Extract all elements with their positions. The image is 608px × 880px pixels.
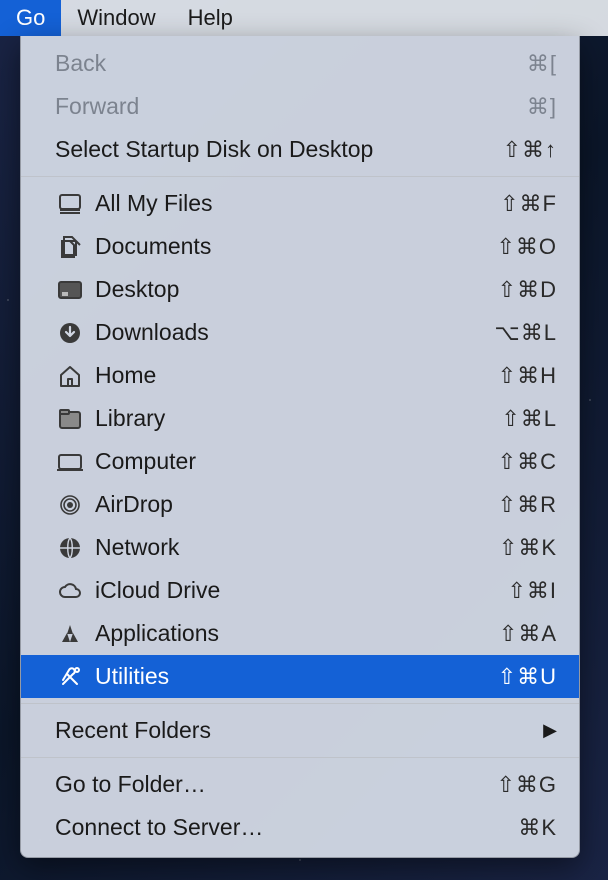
menu-label: Desktop bbox=[95, 276, 498, 303]
documents-icon bbox=[55, 235, 85, 259]
all-my-files-icon bbox=[55, 193, 85, 215]
menu-item-forward: Forward ⌘] bbox=[21, 85, 579, 128]
menu-item-connect-to-server[interactable]: Connect to Server… ⌘K bbox=[21, 806, 579, 849]
menu-shortcut: ⇧⌘D bbox=[498, 277, 557, 303]
menu-item-utilities[interactable]: Utilities ⇧⌘U bbox=[21, 655, 579, 698]
menu-shortcut: ⇧⌘↑ bbox=[503, 137, 557, 163]
menu-shortcut: ⇧⌘C bbox=[498, 449, 557, 475]
utilities-icon bbox=[55, 665, 85, 689]
network-icon bbox=[55, 536, 85, 560]
cloud-icon bbox=[55, 581, 85, 601]
menu-label: Applications bbox=[95, 620, 499, 647]
menu-item-recent-folders[interactable]: Recent Folders ▶ bbox=[21, 709, 579, 752]
menu-shortcut: ⌘[ bbox=[527, 51, 557, 77]
applications-icon bbox=[55, 622, 85, 646]
menu-item-library[interactable]: Library ⇧⌘L bbox=[21, 397, 579, 440]
menu-shortcut: ⇧⌘H bbox=[498, 363, 557, 389]
menu-item-select-startup-disk[interactable]: Select Startup Disk on Desktop ⇧⌘↑ bbox=[21, 128, 579, 171]
menu-label: Connect to Server… bbox=[55, 814, 518, 841]
menu-item-all-my-files[interactable]: All My Files ⇧⌘F bbox=[21, 182, 579, 225]
menubar: Go Window Help bbox=[0, 0, 608, 36]
menu-item-network[interactable]: Network ⇧⌘K bbox=[21, 526, 579, 569]
airdrop-icon bbox=[55, 493, 85, 517]
menu-item-desktop[interactable]: Desktop ⇧⌘D bbox=[21, 268, 579, 311]
menu-shortcut: ⇧⌘U bbox=[498, 664, 557, 690]
menu-item-home[interactable]: Home ⇧⌘H bbox=[21, 354, 579, 397]
go-menu-dropdown: Back ⌘[ Forward ⌘] Select Startup Disk o… bbox=[20, 36, 580, 858]
menu-shortcut: ⇧⌘K bbox=[499, 535, 557, 561]
home-icon bbox=[55, 364, 85, 388]
menu-label: Home bbox=[95, 362, 498, 389]
menu-label: Downloads bbox=[95, 319, 494, 346]
menu-shortcut: ⇧⌘A bbox=[499, 621, 557, 647]
menu-item-applications[interactable]: Applications ⇧⌘A bbox=[21, 612, 579, 655]
menu-shortcut: ⇧⌘L bbox=[501, 406, 557, 432]
menu-shortcut: ⌥⌘L bbox=[494, 320, 557, 346]
menu-separator bbox=[21, 176, 579, 177]
menu-label: AirDrop bbox=[95, 491, 498, 518]
menu-label: Network bbox=[95, 534, 499, 561]
menu-item-downloads[interactable]: Downloads ⌥⌘L bbox=[21, 311, 579, 354]
menu-separator bbox=[21, 703, 579, 704]
menu-label: Computer bbox=[95, 448, 498, 475]
downloads-icon bbox=[55, 321, 85, 345]
menu-label: iCloud Drive bbox=[95, 577, 507, 604]
menu-shortcut: ⇧⌘G bbox=[496, 772, 557, 798]
menu-item-documents[interactable]: Documents ⇧⌘O bbox=[21, 225, 579, 268]
menu-shortcut: ⇧⌘I bbox=[507, 578, 557, 604]
menu-label: Forward bbox=[55, 93, 527, 120]
menu-item-go-to-folder[interactable]: Go to Folder… ⇧⌘G bbox=[21, 763, 579, 806]
menu-label: Go to Folder… bbox=[55, 771, 496, 798]
menu-shortcut: ⇧⌘O bbox=[496, 234, 557, 260]
menu-item-back: Back ⌘[ bbox=[21, 42, 579, 85]
menu-item-computer[interactable]: Computer ⇧⌘C bbox=[21, 440, 579, 483]
menu-item-icloud-drive[interactable]: iCloud Drive ⇧⌘I bbox=[21, 569, 579, 612]
menu-label: Documents bbox=[95, 233, 496, 260]
desktop-icon bbox=[55, 280, 85, 300]
menu-help[interactable]: Help bbox=[172, 0, 249, 36]
menu-shortcut: ⇧⌘F bbox=[500, 191, 557, 217]
menu-label: All My Files bbox=[95, 190, 500, 217]
menu-label: Recent Folders bbox=[55, 717, 543, 744]
menu-shortcut: ⌘K bbox=[518, 815, 557, 841]
menu-label: Back bbox=[55, 50, 527, 77]
menu-label: Library bbox=[95, 405, 501, 432]
menu-separator bbox=[21, 757, 579, 758]
menu-window[interactable]: Window bbox=[61, 0, 171, 36]
submenu-arrow-icon: ▶ bbox=[543, 720, 557, 741]
menu-label: Utilities bbox=[95, 663, 498, 690]
menu-shortcut: ⇧⌘R bbox=[498, 492, 557, 518]
menu-shortcut: ⌘] bbox=[527, 94, 557, 120]
menu-label: Select Startup Disk on Desktop bbox=[55, 136, 503, 163]
menu-go[interactable]: Go bbox=[0, 0, 61, 36]
menu-item-airdrop[interactable]: AirDrop ⇧⌘R bbox=[21, 483, 579, 526]
computer-icon bbox=[55, 452, 85, 472]
library-icon bbox=[55, 408, 85, 430]
